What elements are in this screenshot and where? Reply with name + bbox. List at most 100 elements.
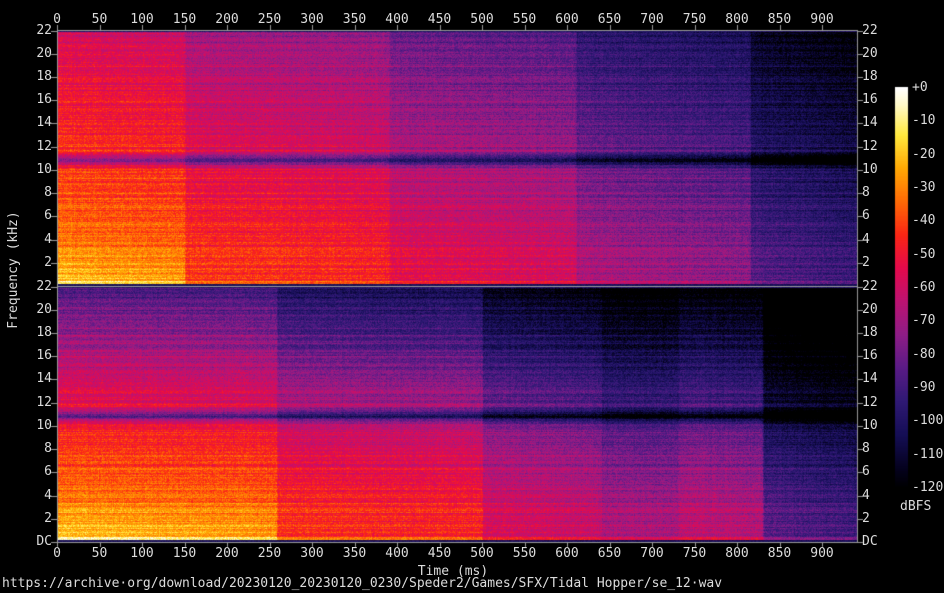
freq-tick-label-left: 8 — [44, 186, 52, 200]
freq-tick-label-left: 2 — [44, 512, 52, 526]
time-tick-label-bottom: 150 — [173, 547, 196, 561]
time-tick-label-bottom: 450 — [428, 547, 451, 561]
colorbar-tick-label: -40 — [912, 214, 935, 228]
colorbar-tick-label: -60 — [912, 281, 935, 295]
colorbar-tick-label: -110 — [912, 448, 943, 462]
freq-tick-label-right: 10 — [862, 419, 878, 433]
spectrogram-canvas — [0, 0, 944, 593]
freq-tick-label-right: 6 — [862, 209, 870, 223]
freq-tick-label-right: 10 — [862, 163, 878, 177]
colorbar-tick-label: -70 — [912, 314, 935, 328]
time-tick-label-bottom: 750 — [683, 547, 706, 561]
time-tick-label-top: 750 — [683, 13, 706, 27]
freq-tick-label-right: 12 — [862, 140, 878, 154]
time-tick-label-bottom: 900 — [810, 547, 833, 561]
colorbar-tick-label: -50 — [912, 248, 935, 262]
time-tick-label-top: 400 — [385, 13, 408, 27]
file-url-caption: https://archive·org/download/20230120_20… — [2, 577, 722, 591]
freq-tick-label-left: 18 — [36, 70, 52, 84]
freq-tick-label-left: 8 — [44, 442, 52, 456]
time-tick-label-top: 0 — [53, 13, 61, 27]
freq-tick-label-right: 14 — [862, 116, 878, 130]
freq-tick-label-right: 2 — [862, 512, 870, 526]
time-tick-label-top: 50 — [92, 13, 108, 27]
freq-tick-label-left: 6 — [44, 209, 52, 223]
freq-tick-label-left: 22 — [36, 280, 52, 294]
time-tick-label-bottom: 50 — [92, 547, 108, 561]
time-tick-label-top: 550 — [513, 13, 536, 27]
freq-tick-label-right: 20 — [862, 303, 878, 317]
freq-tick-label-left: 14 — [36, 116, 52, 130]
colorbar-tick-label: -30 — [912, 181, 935, 195]
freq-tick-label-right: 18 — [862, 70, 878, 84]
time-tick-label-bottom: 850 — [768, 547, 791, 561]
freq-tick-label-right: 16 — [862, 349, 878, 363]
time-tick-label-top: 900 — [810, 13, 833, 27]
freq-tick-label-right: 6 — [862, 465, 870, 479]
freq-tick-label-right: 4 — [862, 489, 870, 503]
freq-tick-label-left: 12 — [36, 396, 52, 410]
freq-tick-label-right: 16 — [862, 93, 878, 107]
time-tick-label-top: 700 — [640, 13, 663, 27]
time-tick-label-top: 250 — [258, 13, 281, 27]
freq-tick-label-right: 8 — [862, 442, 870, 456]
time-tick-label-top: 450 — [428, 13, 451, 27]
time-tick-label-bottom: 800 — [725, 547, 748, 561]
freq-tick-label-left: 20 — [36, 47, 52, 61]
freq-tick-label-left: 4 — [44, 233, 52, 247]
colorbar-tick-label: -80 — [912, 348, 935, 362]
time-tick-label-bottom: 350 — [343, 547, 366, 561]
freq-tick-label-right: 18 — [862, 326, 878, 340]
time-tick-label-bottom: 250 — [258, 547, 281, 561]
freq-tick-label-right: 22 — [862, 280, 878, 294]
colorbar-tick-label: -100 — [912, 414, 943, 428]
time-tick-label-top: 800 — [725, 13, 748, 27]
time-tick-label-top: 850 — [768, 13, 791, 27]
freq-tick-label-left: 10 — [36, 419, 52, 433]
freq-tick-label-left: 4 — [44, 489, 52, 503]
time-tick-label-top: 650 — [598, 13, 621, 27]
time-tick-label-bottom: 300 — [300, 547, 323, 561]
freq-tick-label-right: 12 — [862, 396, 878, 410]
time-tick-label-top: 100 — [130, 13, 153, 27]
freq-tick-label-left: 14 — [36, 372, 52, 386]
time-tick-label-top: 150 — [173, 13, 196, 27]
freq-tick-label-left: 6 — [44, 465, 52, 479]
time-tick-label-top: 500 — [470, 13, 493, 27]
freq-dc-label-right: DC — [862, 535, 878, 549]
freq-tick-label-right: 14 — [862, 372, 878, 386]
time-tick-label-top: 350 — [343, 13, 366, 27]
freq-tick-label-left: 18 — [36, 326, 52, 340]
freq-tick-label-right: 2 — [862, 256, 870, 270]
freq-tick-label-left: 12 — [36, 140, 52, 154]
freq-tick-label-right: 4 — [862, 233, 870, 247]
freq-tick-label-left: 2 — [44, 256, 52, 270]
y-axis-title: Frequency (kHz) — [7, 211, 21, 328]
time-tick-label-bottom: 650 — [598, 547, 621, 561]
time-tick-label-bottom: 700 — [640, 547, 663, 561]
colorbar-unit-label: dBFS — [900, 500, 931, 514]
time-tick-label-bottom: 200 — [215, 547, 238, 561]
spectrogram-viewer: 0 0 50 50 100 100 150 150 200 200 250 250 300 300 350 3… — [0, 0, 944, 593]
freq-dc-label-left: DC — [36, 535, 52, 549]
time-tick-label-bottom: 100 — [130, 547, 153, 561]
time-tick-label-top: 200 — [215, 13, 238, 27]
freq-tick-label-left: 10 — [36, 163, 52, 177]
freq-tick-label-left: 20 — [36, 303, 52, 317]
freq-tick-label-left: 22 — [36, 24, 52, 38]
colorbar-tick-label: -20 — [912, 148, 935, 162]
time-tick-label-bottom: 0 — [53, 547, 61, 561]
freq-tick-label-right: 20 — [862, 47, 878, 61]
colorbar-tick-label: -90 — [912, 381, 935, 395]
colorbar-tick-label: -10 — [912, 114, 935, 128]
freq-tick-label-left: 16 — [36, 93, 52, 107]
time-tick-label-top: 600 — [555, 13, 578, 27]
time-tick-label-bottom: 600 — [555, 547, 578, 561]
time-tick-label-bottom: 550 — [513, 547, 536, 561]
colorbar-tick-label: -120 — [912, 481, 943, 495]
colorbar-tick-label: +0 — [912, 81, 928, 95]
freq-tick-label-right: 8 — [862, 186, 870, 200]
time-tick-label-bottom: 500 — [470, 547, 493, 561]
time-tick-label-bottom: 400 — [385, 547, 408, 561]
time-tick-label-top: 300 — [300, 13, 323, 27]
